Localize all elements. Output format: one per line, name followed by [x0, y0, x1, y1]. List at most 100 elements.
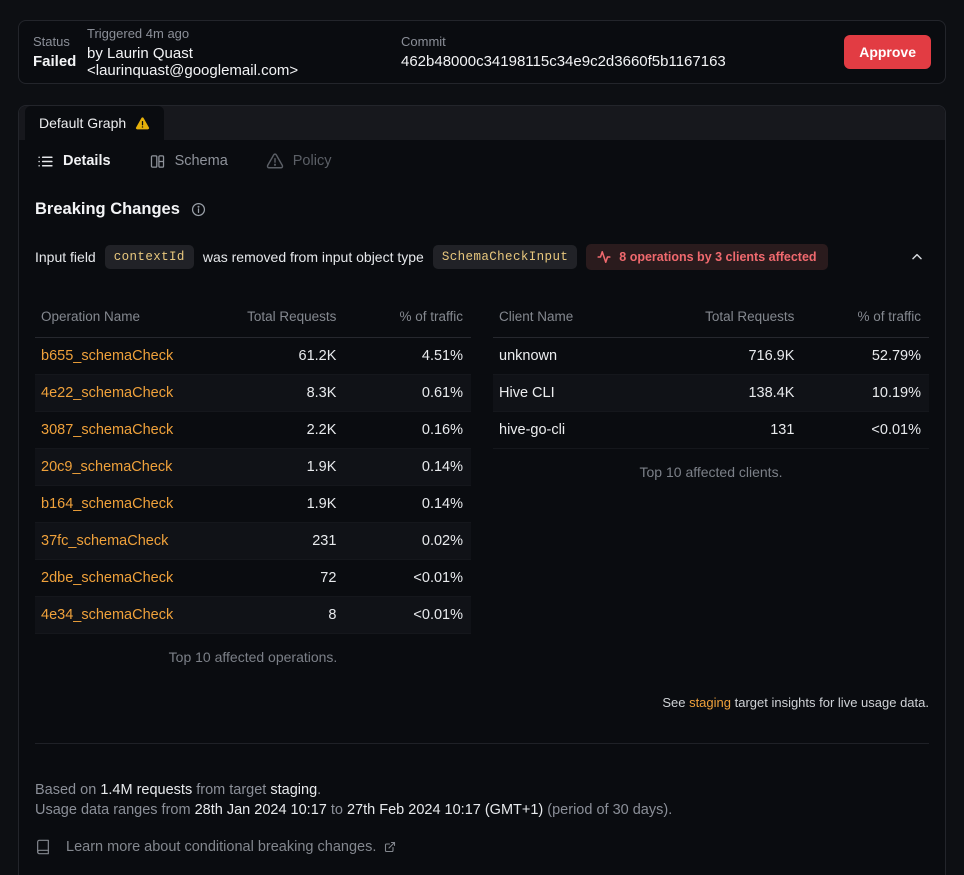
column-total-requests: Total Requests	[697, 309, 794, 324]
operation-requests: 72	[239, 570, 336, 586]
column-operation-name: Operation Name	[41, 309, 239, 324]
change-middle: was removed from input object type	[203, 249, 424, 265]
operation-row: b655_schemaCheck 61.2K 4.51%	[35, 338, 471, 375]
client-name: hive-go-cli	[499, 422, 697, 438]
learn-more-row: Learn more about conditional breaking ch…	[35, 837, 929, 857]
client-row: Hive CLI 138.4K 10.19%	[493, 375, 929, 412]
schema-check-panel: Default Graph Details	[18, 105, 946, 875]
operation-traffic: 0.61%	[336, 385, 463, 401]
operation-requests: 1.9K	[239, 459, 336, 475]
column-traffic: % of traffic	[336, 309, 463, 324]
operation-link[interactable]: 20c9_schemaCheck	[41, 459, 172, 475]
column-total-requests: Total Requests	[239, 309, 336, 324]
info-icon[interactable]	[191, 202, 206, 217]
breaking-changes-heading: Breaking Changes	[35, 200, 929, 219]
client-row: hive-go-cli 131 <0.01%	[493, 412, 929, 449]
alert-triangle-icon	[266, 152, 284, 170]
external-link-icon	[384, 841, 396, 853]
range-start-date: 28th Jan 2024 10:17	[195, 802, 327, 818]
pulse-icon	[597, 250, 611, 264]
operation-link[interactable]: b655_schemaCheck	[41, 348, 173, 364]
triggered-label: Triggered 4m ago	[87, 26, 401, 41]
collapse-chevron-up-icon[interactable]	[905, 245, 929, 269]
operation-link[interactable]: b164_schemaCheck	[41, 496, 173, 512]
operation-link[interactable]: 37fc_schemaCheck	[41, 533, 168, 549]
operations-table-body: b655_schemaCheck 61.2K 4.51% 4e22_schema…	[35, 338, 471, 634]
target-name: staging	[270, 782, 317, 798]
operation-row: b164_schemaCheck 1.9K 0.14%	[35, 486, 471, 523]
insights-note: See staging target insights for live usa…	[35, 695, 929, 710]
operation-row: 4e22_schemaCheck 8.3K 0.61%	[35, 375, 471, 412]
footer-text: to	[327, 802, 347, 818]
clients-table-caption: Top 10 affected clients.	[493, 464, 929, 480]
footer-divider	[35, 743, 929, 744]
tab-policy[interactable]: Policy	[266, 152, 332, 170]
operation-row: 3087_schemaCheck 2.2K 0.16%	[35, 412, 471, 449]
learn-more-link[interactable]: Learn more about conditional breaking ch…	[66, 837, 396, 857]
operation-requests: 1.9K	[239, 496, 336, 512]
client-name: Hive CLI	[499, 385, 697, 401]
tab-default-graph[interactable]: Default Graph	[25, 106, 164, 140]
check-nav-tabs: Details Schema Policy	[19, 140, 945, 183]
book-icon	[35, 839, 51, 855]
operation-link[interactable]: 3087_schemaCheck	[41, 422, 173, 438]
check-summary-card: Status Failed Triggered 4m ago by Laurin…	[18, 20, 946, 84]
operation-link[interactable]: 2dbe_schemaCheck	[41, 570, 173, 586]
triggered-column: Triggered 4m ago by Laurin Quast <laurin…	[87, 26, 401, 79]
graph-tab-label: Default Graph	[39, 115, 126, 131]
tab-details[interactable]: Details	[37, 153, 111, 170]
operation-traffic: 0.14%	[336, 496, 463, 512]
client-requests: 131	[697, 422, 794, 438]
approve-button[interactable]: Approve	[844, 35, 931, 69]
operations-table: Operation Name Total Requests % of traff…	[35, 299, 471, 665]
operations-table-caption: Top 10 affected operations.	[35, 649, 471, 665]
triggered-by-value: by Laurin Quast <laurinquast@googlemail.…	[87, 45, 401, 79]
status-column: Status Failed	[33, 34, 87, 70]
operation-requests: 2.2K	[239, 422, 336, 438]
commit-hash: 462b48000c34198115c34e9c2d3660f5b1167163	[401, 53, 844, 70]
operation-link[interactable]: 4e22_schemaCheck	[41, 385, 173, 401]
footer-line-range: Usage data ranges from 28th Jan 2024 10:…	[35, 800, 929, 820]
footer-text: Usage data ranges from	[35, 802, 195, 818]
request-count: 1.4M requests	[100, 782, 192, 798]
client-name: unknown	[499, 348, 697, 364]
field-code-pill: contextId	[105, 245, 194, 269]
footer-line-requests: Based on 1.4M requests from target stagi…	[35, 780, 929, 800]
graph-tab-strip: Default Graph	[19, 106, 945, 140]
tab-details-label: Details	[63, 153, 111, 169]
operation-row: 4e34_schemaCheck 8 <0.01%	[35, 597, 471, 634]
insights-note-prefix: See	[662, 695, 689, 710]
list-icon	[37, 153, 54, 170]
footer-text: from target	[192, 782, 270, 798]
client-requests: 716.9K	[697, 348, 794, 364]
operation-traffic: <0.01%	[336, 570, 463, 586]
clients-table: Client Name Total Requests % of traffic …	[493, 299, 929, 480]
operation-requests: 8	[239, 607, 336, 623]
status-value: Failed	[33, 53, 87, 70]
tab-schema-label: Schema	[175, 153, 228, 169]
commit-column: Commit 462b48000c34198115c34e9c2d3660f5b…	[401, 34, 844, 70]
footer-text: Based on	[35, 782, 100, 798]
tab-schema[interactable]: Schema	[149, 153, 228, 170]
operation-traffic: 0.16%	[336, 422, 463, 438]
client-requests: 138.4K	[697, 385, 794, 401]
usage-tables: Operation Name Total Requests % of traff…	[35, 299, 929, 665]
affected-badge-label: 8 operations by 3 clients affected	[619, 250, 816, 264]
client-traffic: 10.19%	[794, 385, 921, 401]
staging-target-link[interactable]: staging	[689, 695, 731, 710]
details-content: Breaking Changes Input field contextId w…	[19, 200, 945, 857]
usage-footer: Based on 1.4M requests from target stagi…	[35, 780, 929, 857]
breaking-change-row[interactable]: Input field contextId was removed from i…	[35, 244, 929, 270]
status-label: Status	[33, 34, 87, 49]
operation-requests: 61.2K	[239, 348, 336, 364]
affected-operations-badge[interactable]: 8 operations by 3 clients affected	[586, 244, 827, 270]
operation-row: 20c9_schemaCheck 1.9K 0.14%	[35, 449, 471, 486]
operation-traffic: 0.02%	[336, 533, 463, 549]
learn-more-label: Learn more about conditional breaking ch…	[66, 837, 376, 857]
client-traffic: 52.79%	[794, 348, 921, 364]
client-traffic: <0.01%	[794, 422, 921, 438]
range-end-date: 27th Feb 2024 10:17 (GMT+1)	[347, 802, 543, 818]
operations-table-header: Operation Name Total Requests % of traff…	[35, 299, 471, 338]
operation-link[interactable]: 4e34_schemaCheck	[41, 607, 173, 623]
warning-triangle-icon	[135, 116, 150, 131]
